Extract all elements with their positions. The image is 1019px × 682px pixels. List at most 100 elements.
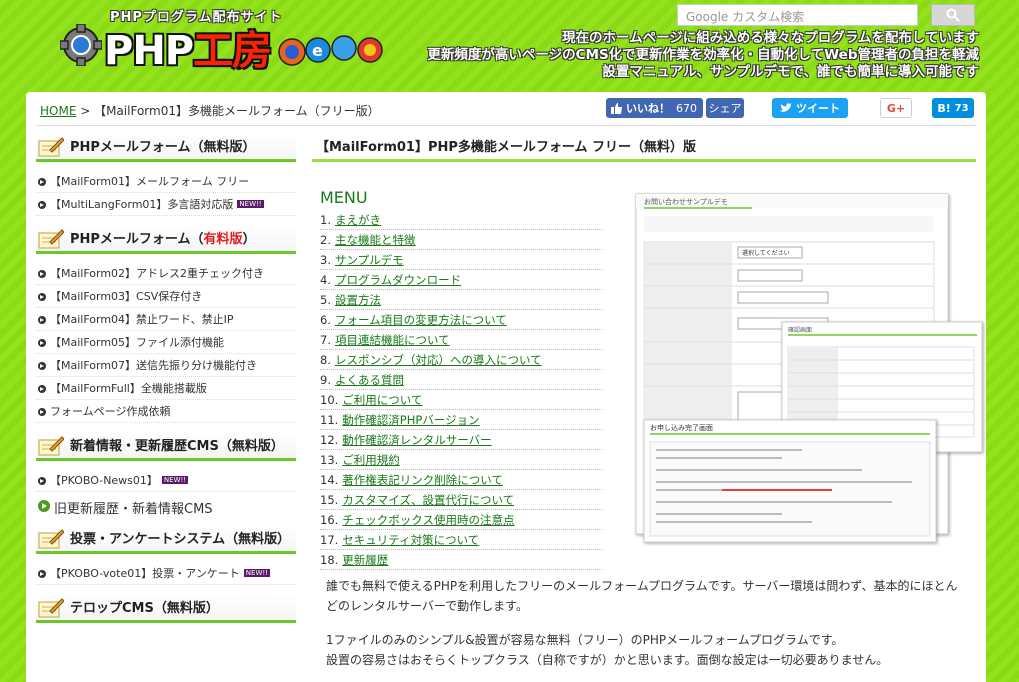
menu-item-link[interactable]: プログラムダウンロード	[335, 272, 461, 288]
sidebar-item-multilangform01[interactable]: 【MultiLangForm01】多言語対応版 NEW!!	[36, 193, 296, 216]
menu-item-link[interactable]: よくある質問	[335, 372, 404, 388]
menu-item: 14. 著作権表記リンク削除について	[320, 470, 602, 490]
sidebar-item-mailform05[interactable]: 【MailForm05】ファイル添付機能	[36, 331, 296, 354]
description-line: 設置の容易さはおそらくトップクラス（自称ですが）かと思います。面倒な設定は一切必…	[326, 653, 889, 667]
menu-item-link[interactable]: チェックボックス使用時の注意点	[342, 512, 514, 528]
menu-item-number: 17.	[320, 532, 339, 547]
menu-item: 5. 設置方法	[320, 290, 602, 310]
sidebar-heading: PHPメールフォーム（無料版）	[36, 132, 296, 162]
facebook-like-button[interactable]: いいね！ 670	[606, 98, 703, 118]
sidebar-item-mailform07[interactable]: 【MailForm07】送信先振り分け機能付き	[36, 354, 296, 377]
menu-item-link[interactable]: 動作確認済PHPバージョン	[342, 412, 479, 428]
breadcrumb-home-link[interactable]: HOME	[40, 104, 76, 118]
menu-item-number: 7.	[320, 332, 331, 347]
menu-item-link[interactable]: 項目連結機能について	[335, 332, 450, 348]
sidebar-item-label: 【MailForm01】メールフォーム フリー	[50, 175, 250, 188]
menu-item-number: 14.	[320, 472, 339, 487]
sidebar-item-label: 【MailForm04】禁止ワード、禁止IP	[50, 313, 234, 326]
search-placeholder: Google カスタム検索	[686, 10, 805, 24]
menu-item: 4. プログラムダウンロード	[320, 270, 602, 290]
menu-item-link[interactable]: 設置方法	[335, 292, 381, 308]
menu-item: 15. カスタマイズ、設置代行について	[320, 490, 602, 510]
main-content: 【MailForm01】PHP多機能メールフォーム フリー（無料）版 MENU …	[312, 132, 983, 667]
hatena-count: 73	[954, 102, 969, 114]
thumbs-up-icon	[611, 102, 622, 114]
menu-item: 6. フォーム項目の変更方法について	[320, 310, 602, 330]
tweet-label: ツイート	[796, 102, 840, 115]
google-plus-label: G+	[886, 101, 906, 115]
sidebar-item-mailformfull[interactable]: 【MailFormFull】全機能搭載版	[36, 377, 296, 400]
search-input[interactable]: Google カスタム検索	[677, 4, 918, 26]
sidebar-heading-text: テロップCMS（無料版）	[70, 601, 219, 616]
sidebar-list: 【MailForm02】アドレス2重チェック付き 【MailForm03】CSV…	[36, 254, 296, 431]
new-badge: NEW!!	[237, 200, 264, 208]
menu-item-link[interactable]: 主な機能と特徴	[335, 232, 416, 248]
menu-item: 16. チェックボックス使用時の注意点	[320, 510, 602, 530]
menu-item-link[interactable]: まえがき	[335, 212, 381, 228]
screenshot-complete-title: お申し込み完了画面	[650, 423, 713, 432]
menu-item-link[interactable]: 動作確認済レンタルサーバー	[342, 432, 491, 448]
menu-item: 9. よくある質問	[320, 370, 602, 390]
menu-item-number: 2.	[320, 232, 331, 247]
twitter-bird-icon	[780, 103, 792, 112]
sidebar-item-mailform01[interactable]: 【MailForm01】メールフォーム フリー	[36, 170, 296, 193]
sidebar-item-label: 【PKOBO-News01】	[50, 474, 158, 487]
menu-item-link[interactable]: カスタマイズ、設置代行について	[342, 492, 514, 508]
menu-item: 7. 項目連結機能について	[320, 330, 602, 350]
sidebar-heading: 新着情報・更新履歴CMS（無料版）	[36, 431, 296, 461]
sidebar-item-label: 【MailForm07】送信先振り分け機能付き	[50, 359, 258, 372]
google-plus-button[interactable]: G+	[880, 98, 912, 118]
menu-item-link[interactable]: フォーム項目の変更方法について	[335, 312, 507, 328]
sidebar-heading: テロップCMS（無料版）	[36, 593, 296, 623]
notepad-pencil-icon	[38, 598, 64, 618]
sidebar-list: 【MailForm01】メールフォーム フリー 【MultiLangForm01…	[36, 162, 296, 224]
screenshot-select-text: 選択してください	[742, 249, 790, 257]
sidebar-item-form-request[interactable]: フォームページ作成依頼	[36, 400, 296, 423]
menu-item-link[interactable]: セキュリティ対策について	[342, 532, 479, 548]
tweet-button[interactable]: ツイート	[772, 98, 848, 118]
sidebar-item-news01[interactable]: 【PKOBO-News01】 NEW!!	[36, 469, 296, 492]
notepad-pencil-icon	[38, 529, 64, 549]
sidebar-item-label: フォームページ作成依頼	[50, 405, 171, 418]
sidebar-item-label: 旧更新履歴・新着情報CMS	[54, 501, 213, 517]
sidebar-item-mailform03[interactable]: 【MailForm03】CSV保存付き	[36, 285, 296, 308]
hatena-label: B!	[937, 101, 951, 115]
menu-item: 13. ご利用規約	[320, 450, 602, 470]
intro-paragraph: 誰でも無料で使えるPHPを利用したフリーのメールフォームプログラムです。サーバー…	[326, 579, 958, 613]
search-button[interactable]	[931, 4, 975, 26]
sidebar-item-mailform04[interactable]: 【MailForm04】禁止ワード、禁止IP	[36, 308, 296, 331]
menu-item-link[interactable]: 更新履歴	[342, 552, 388, 568]
logo-text-kobo: 工房	[193, 28, 272, 74]
sidebar-item-vote01[interactable]: 【PKOBO-vote01】投票・アンケート NEW!!	[36, 562, 296, 585]
menu-item-link[interactable]: ご利用について	[342, 392, 422, 408]
site-logo[interactable]: PHPプログラム配布サイト PHP工房 e	[60, 4, 400, 84]
menu-item-link[interactable]: 著作権表記リンク削除について	[342, 472, 503, 488]
sidebar-item-old-news-cms[interactable]: 旧更新履歴・新着情報CMS	[36, 494, 296, 520]
sidebar-heading-text: PHPメールフォーム（無料版）	[70, 140, 256, 155]
facebook-like-label: いいね！	[626, 102, 670, 115]
tagline-line: 現在のホームページに組み込める様々なプログラムを配布しています	[561, 30, 979, 46]
logo-text-php: PHP	[104, 28, 194, 74]
hatena-bookmark-button[interactable]: B! 73	[932, 98, 974, 118]
sidebar: PHPメールフォーム（無料版） 【MailForm01】メールフォーム フリー …	[36, 132, 296, 623]
search-icon	[946, 8, 960, 22]
notepad-pencil-icon	[38, 436, 64, 456]
sidebar-item-label: 【MailForm03】CSV保存付き	[50, 290, 203, 303]
menu-item: 1. まえがき	[320, 210, 602, 230]
menu-item-link[interactable]: サンプルデモ	[335, 252, 404, 268]
menu-item-number: 6.	[320, 312, 331, 327]
breadcrumb-current: 【MailForm01】多機能メールフォーム（フリー版）	[94, 104, 380, 118]
sidebar-heading: PHPメールフォーム（ 有料版）	[36, 224, 296, 254]
breadcrumb-separator: >	[76, 104, 95, 118]
menu-item: 2. 主な機能と特徴	[320, 230, 602, 250]
tagline-line: 更新頻度が高いページのCMS化で更新作業を効率化・自動化してWeb管理者の負担を…	[427, 47, 979, 63]
menu-item-number: 12.	[320, 432, 339, 447]
menu-item: 11. 動作確認済PHPバージョン	[320, 410, 602, 430]
menu-item-link[interactable]: ご利用規約	[342, 452, 400, 468]
sidebar-item-mailform02[interactable]: 【MailForm02】アドレス2重チェック付き	[36, 262, 296, 285]
menu-item-link[interactable]: レスポンシブ（対応）への導入について	[335, 352, 542, 368]
sidebar-list: 【PKOBO-News01】 NEW!!	[36, 461, 296, 494]
menu-item-number: 3.	[320, 252, 331, 267]
facebook-share-button[interactable]: シェア	[706, 98, 744, 118]
page-title: 【MailForm01】PHP多機能メールフォーム フリー（無料）版	[312, 132, 976, 162]
